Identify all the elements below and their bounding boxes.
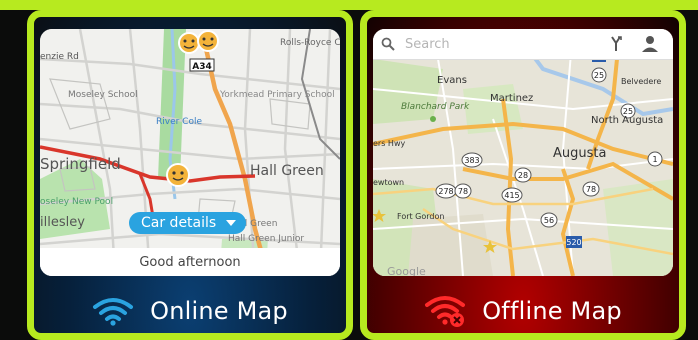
label-hall-green-junior: Hall Green Junior [228,234,304,244]
car-details-label: Car details [141,215,217,231]
svg-text:383: 383 [464,156,479,165]
online-map-preview: A34 enzie Rd Rolls-Royce Control Syste M… [40,29,340,276]
offline-map-label: Offline Map [482,297,622,325]
label-kenzie-rd: enzie Rd [40,52,79,62]
greeting-text: Good afternoon [139,254,241,270]
map-search-bar[interactable]: Search [373,29,673,60]
wifi-off-icon [425,296,466,327]
svg-text:25: 25 [594,71,604,80]
car-details-button[interactable]: Car details [129,212,247,234]
label-augusta: Augusta [553,146,606,161]
offline-map-tile[interactable]: 121 25 20 383 28 78 278 78 415 56 520 25… [360,10,686,340]
driver-marker-icon[interactable] [166,163,190,187]
chevron-down-icon [226,220,237,226]
offline-map-canvas: 121 25 20 383 28 78 278 78 415 56 520 25… [373,29,673,276]
label-springfield: Springfield [40,155,121,173]
label-river-cole: River Cole [156,117,202,127]
label-rolls-royce: Rolls-Royce Control Syste [280,38,340,48]
label-martinez: Martinez [490,93,533,104]
greeting-bar: Good afternoon [40,248,340,276]
label-belvedere: Belvedere [621,77,661,86]
top-frame-strip [0,0,698,10]
svg-text:520: 520 [566,238,581,247]
svg-text:415: 415 [504,191,519,200]
label-yorkmead: Yorkmead Primary School [219,90,335,100]
label-fort-gordon: Fort Gordon [397,212,444,221]
search-input[interactable]: Search [405,37,605,52]
person-icon[interactable] [639,33,661,55]
svg-text:78: 78 [586,185,596,194]
a34-shield-label: A34 [192,62,212,72]
wifi-icon [93,298,134,326]
label-blanchard-park: Blanchard Park [401,102,470,112]
driver-marker-icon[interactable] [197,30,219,52]
google-watermark: Google [387,265,426,276]
online-map-footer[interactable]: Online Map [34,291,346,331]
label-evans: Evans [437,75,467,86]
svg-text:56: 56 [544,216,554,225]
label-ewtown: ewtown [373,178,404,187]
label-ers-hwy: ers Hwy [373,139,405,148]
online-map-canvas: A34 enzie Rd Rolls-Royce Control Syste M… [40,29,340,276]
search-icon [381,37,395,51]
svg-text:1: 1 [652,155,657,164]
label-moseley-new-pool: oseley New Pool [40,197,113,207]
offline-map-preview: 121 25 20 383 28 78 278 78 415 56 520 25… [373,29,673,276]
label-moseley-school: Moseley School [68,90,138,100]
label-hall-green: Hall Green [250,163,324,179]
route-icon[interactable] [605,33,627,55]
offline-map-footer[interactable]: Offline Map [367,291,679,331]
online-map-label: Online Map [150,297,288,325]
label-illesley: illesley [40,215,85,230]
svg-text:278: 278 [438,187,453,196]
svg-text:78: 78 [458,187,468,196]
label-north-augusta: North Augusta [591,115,663,126]
svg-text:28: 28 [518,171,528,180]
driver-marker-icon[interactable] [178,32,200,54]
online-map-tile[interactable]: A34 enzie Rd Rolls-Royce Control Syste M… [27,10,353,340]
